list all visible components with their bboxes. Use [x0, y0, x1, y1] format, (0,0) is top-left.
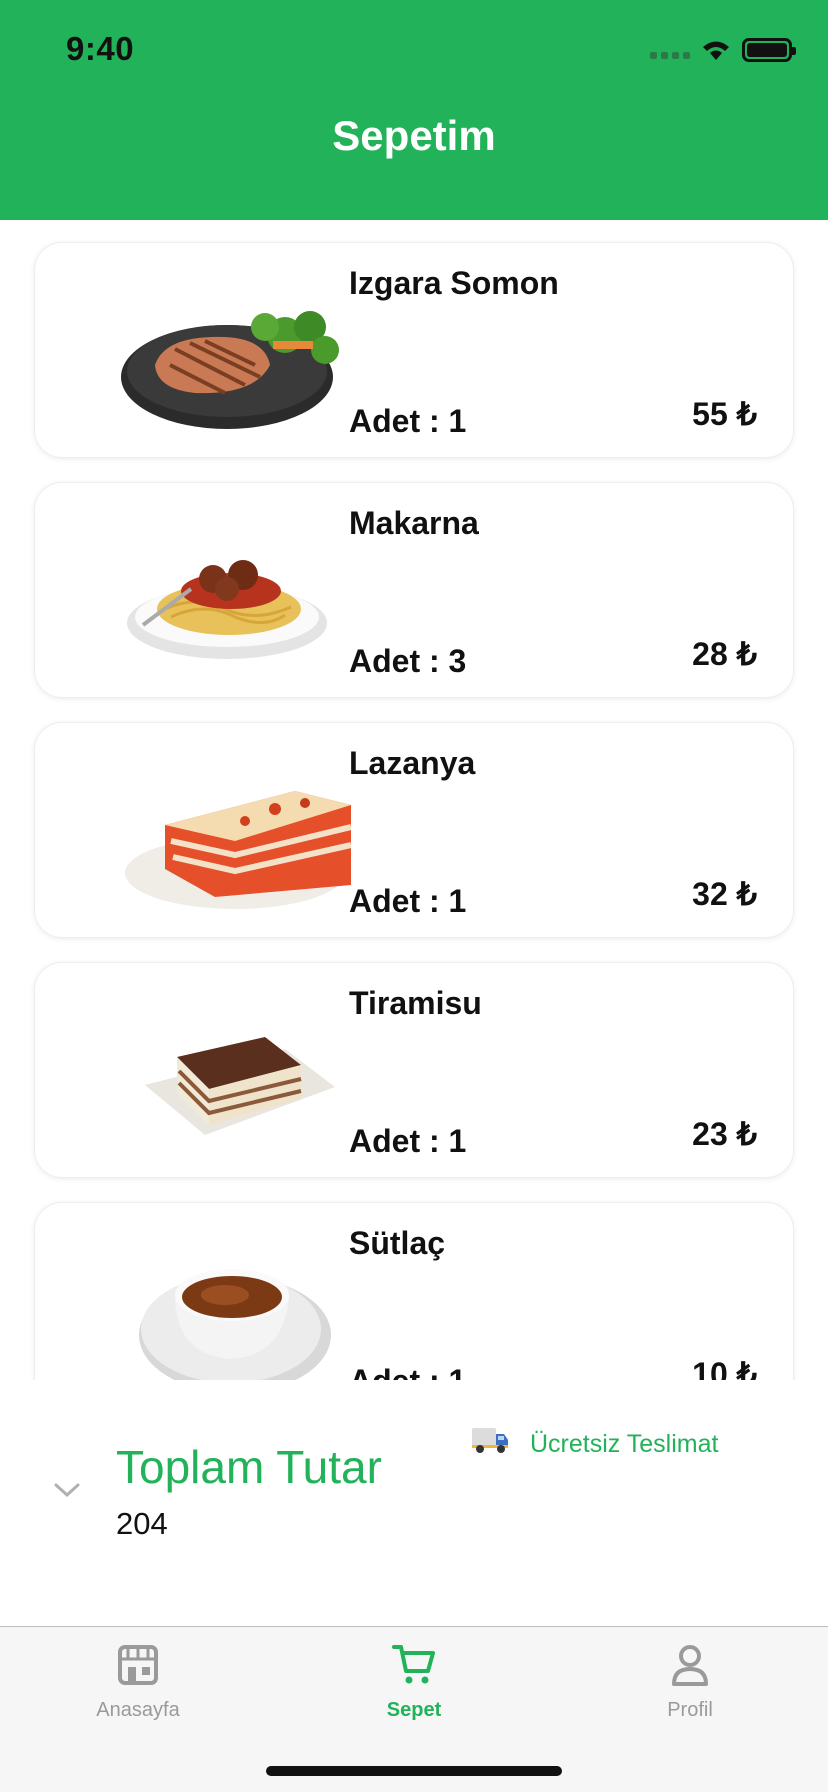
truck-icon [472, 1428, 508, 1453]
cart-item-name: Sütlaç [349, 1225, 446, 1261]
tab-label: Sepet [386, 1699, 442, 1721]
total-value: 204 [116, 1506, 168, 1541]
cart-item-price: 55 ₺ [692, 396, 757, 432]
cart-item-quantity: Adet : 3 [349, 643, 467, 679]
cart-item-price: 28 ₺ [692, 636, 757, 672]
home-indicator [266, 1766, 562, 1776]
lasagna-image [125, 791, 351, 909]
tiramisu-image [145, 1037, 335, 1135]
cart-item-quantity: Adet : 1 [349, 883, 467, 919]
cart-item-card[interactable]: Sütlaç Adet : 1 10 ₺ [34, 1202, 794, 1380]
app-header: 9:40 Sepetim [0, 0, 828, 220]
cart-item-price: 23 ₺ [692, 1116, 757, 1152]
cart-item-quantity: Adet : 1 [349, 1363, 466, 1380]
cart-item-card[interactable]: Tiramisu Adet : 1 23 ₺ [34, 962, 794, 1178]
user-icon [672, 1645, 708, 1686]
cart-item-name: Tiramisu [349, 985, 482, 1021]
tab-sepet[interactable]: Sepet [314, 1643, 514, 1743]
status-bar: 9:40 [0, 0, 828, 100]
total-label: Toplam Tutar [116, 1441, 382, 1493]
store-icon [118, 1645, 158, 1685]
cart-item-quantity: Adet : 1 [349, 403, 467, 439]
cart-item-name: Lazanya [349, 745, 476, 781]
cart-icon [392, 1645, 435, 1684]
page-title: Sepetim [332, 112, 496, 159]
cart-item-card[interactable]: Izgara Somon Adet : 1 55 ₺ [34, 242, 794, 458]
cart-item-list[interactable]: Izgara Somon Adet : 1 55 ₺ Makarna Adet … [0, 220, 828, 1380]
wifi-icon [703, 41, 729, 60]
chevron-down-icon[interactable] [52, 1480, 82, 1500]
cart-item-price: 32 ₺ [692, 876, 757, 912]
grilled-salmon-image [121, 311, 339, 429]
cart-item-card[interactable]: Makarna Adet : 3 28 ₺ [34, 482, 794, 698]
cellular-signal-icon [650, 52, 690, 59]
cart-item-name: Izgara Somon [349, 265, 559, 301]
spaghetti-image [127, 560, 327, 659]
free-delivery-text: Ücretsiz Teslimat [530, 1430, 719, 1458]
cart-item-price: 10 ₺ [692, 1356, 757, 1380]
rice-pudding-image [139, 1269, 331, 1380]
order-summary: Toplam Tutar 204 Ücretsiz Teslimat [0, 1380, 828, 1626]
tab-anasayfa[interactable]: Anasayfa [38, 1643, 238, 1743]
cart-item-name: Makarna [349, 505, 479, 541]
tab-profil[interactable]: Profil [590, 1643, 790, 1743]
tab-label: Anasayfa [96, 1699, 180, 1721]
status-time: 9:40 [66, 30, 135, 67]
tab-label: Profil [667, 1699, 713, 1721]
battery-icon [742, 38, 796, 62]
cart-item-card[interactable]: Lazanya Adet : 1 32 ₺ [34, 722, 794, 938]
cart-item-quantity: Adet : 1 [349, 1123, 467, 1159]
